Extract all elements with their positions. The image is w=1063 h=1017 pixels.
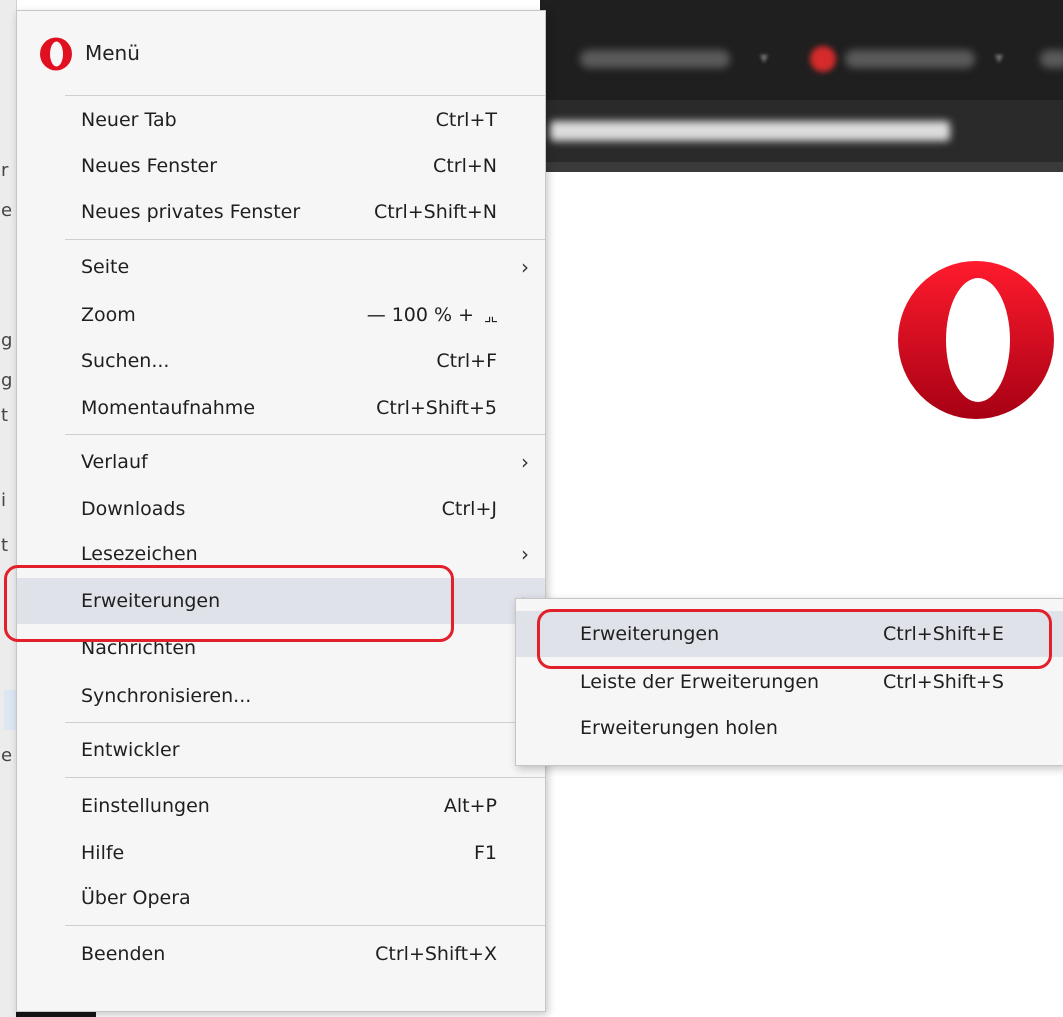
menu-item-settings[interactable]: Einstellungen Alt+P [17, 783, 545, 829]
menu-item-label: Momentaufnahme [81, 397, 256, 419]
shortcut-label: F1 [473, 842, 497, 864]
menu-item-label: Leiste der Erweiterungen [580, 671, 820, 693]
menu-item-label: Beenden [81, 943, 166, 965]
menu-item-label: Nachrichten [81, 637, 197, 659]
menu-item-new-tab[interactable]: Neuer Tab Ctrl+T [17, 97, 545, 143]
menu-separator [65, 434, 545, 435]
menu-item-zoom: Zoom —100 % + ⌟⌞ [17, 292, 545, 338]
menu-item-exit[interactable]: Beenden Ctrl+Shift+X [17, 931, 545, 977]
blurred-tab[interactable] [580, 50, 730, 68]
zoom-in-button[interactable]: + [458, 292, 474, 338]
menu-item-help[interactable]: Hilfe F1 [17, 830, 545, 876]
menu-item-label: Synchronisieren... [81, 685, 252, 707]
menu-item-find[interactable]: Suchen... Ctrl+F [17, 338, 545, 384]
menu-item-new-private-window[interactable]: Neues privates Fenster Ctrl+Shift+N [17, 189, 545, 235]
blurred-tab[interactable] [1040, 50, 1063, 68]
tab-favicon [810, 46, 836, 72]
fullscreen-exit-icon[interactable]: ⌟⌞ [484, 293, 498, 339]
address-url-blurred[interactable] [550, 121, 950, 141]
left-window-strip: r e g g t i t e [0, 0, 17, 1017]
menu-item-messages[interactable]: Nachrichten [17, 625, 545, 671]
tab-bar: ▾ ▾ [540, 0, 1063, 100]
menu-item-page[interactable]: Seite › [17, 244, 545, 290]
menu-item-label: Erweiterungen [81, 590, 221, 612]
menu-separator [65, 239, 545, 240]
toolbar-border [540, 162, 1063, 172]
menu-separator [65, 777, 545, 778]
menu-item-label: Lesezeichen [81, 543, 198, 565]
submenu-item-get-extensions[interactable]: Erweiterungen holen [516, 705, 1063, 751]
menu-item-label: Downloads [81, 498, 186, 520]
shortcut-label: Ctrl+Shift+5 [376, 397, 497, 419]
chevron-right-icon: › [521, 450, 529, 474]
opera-main-menu: Menü Neuer Tab Ctrl+T Neues Fenster Ctrl… [16, 10, 546, 1012]
menu-item-sync[interactable]: Synchronisieren... [17, 673, 545, 719]
zoom-control: —100 % + ⌟⌞ [367, 292, 498, 339]
menu-title: Menü [85, 41, 140, 65]
shortcut-label: Ctrl+J [441, 498, 497, 520]
extensions-submenu: Erweiterungen Ctrl+Shift+E Leiste der Er… [515, 598, 1063, 766]
menu-item-label: Neues privates Fenster [81, 201, 301, 223]
menu-item-extensions[interactable]: Erweiterungen › [17, 578, 545, 624]
menu-item-developer[interactable]: Entwickler [17, 727, 545, 773]
menu-item-label: Erweiterungen [580, 623, 720, 645]
menu-separator [65, 925, 545, 926]
menu-item-label: Erweiterungen holen [580, 717, 778, 739]
shortcut-label: Ctrl+T [435, 109, 497, 131]
menu-item-label: Entwickler [81, 739, 180, 761]
shortcut-label: Alt+P [443, 795, 497, 817]
menu-item-label: Neuer Tab [81, 109, 177, 131]
shortcut-label: Ctrl+Shift+X [375, 943, 497, 965]
left-strip-selection [4, 690, 16, 730]
menu-item-label: Über Opera [81, 887, 191, 909]
menu-header: Menü [17, 11, 545, 95]
chevron-down-icon: ▾ [995, 48, 1004, 67]
menu-item-bookmarks[interactable]: Lesezeichen › [17, 531, 545, 577]
menu-item-snapshot[interactable]: Momentaufnahme Ctrl+Shift+5 [17, 385, 545, 431]
shortcut-label: Ctrl+Shift+N [373, 201, 497, 223]
shortcut-label: Ctrl+F [436, 350, 497, 372]
opera-logo-icon [40, 37, 72, 71]
menu-item-label: Suchen... [81, 350, 170, 372]
submenu-item-extensions[interactable]: Erweiterungen Ctrl+Shift+E [516, 611, 1063, 657]
menu-item-label: Verlauf [81, 451, 148, 473]
menu-item-history[interactable]: Verlauf › [17, 439, 545, 485]
menu-item-label: Einstellungen [81, 795, 210, 817]
chevron-right-icon: › [521, 255, 529, 279]
zoom-level: 100 % [391, 304, 453, 326]
menu-item-new-window[interactable]: Neues Fenster Ctrl+N [17, 143, 545, 189]
shortcut-label: Ctrl+N [433, 155, 497, 177]
menu-item-about[interactable]: Über Opera [17, 875, 545, 921]
chevron-right-icon: › [521, 542, 529, 566]
shortcut-label: Ctrl+Shift+E [883, 623, 1004, 645]
opera-logo-icon [898, 261, 1054, 419]
chevron-down-icon: ▾ [760, 48, 769, 67]
menu-item-label: Zoom [81, 304, 136, 326]
shortcut-label: Ctrl+Shift+S [883, 671, 1004, 693]
menu-item-downloads[interactable]: Downloads Ctrl+J [17, 486, 545, 532]
menu-separator [65, 95, 545, 96]
menu-separator [65, 722, 545, 723]
menu-item-label: Hilfe [81, 842, 125, 864]
blurred-tab[interactable] [845, 50, 975, 68]
submenu-item-extensions-bar[interactable]: Leiste der Erweiterungen Ctrl+Shift+S [516, 659, 1063, 705]
zoom-out-button[interactable]: — [367, 292, 386, 338]
menu-item-label: Neues Fenster [81, 155, 218, 177]
menu-item-label: Seite [81, 256, 130, 278]
